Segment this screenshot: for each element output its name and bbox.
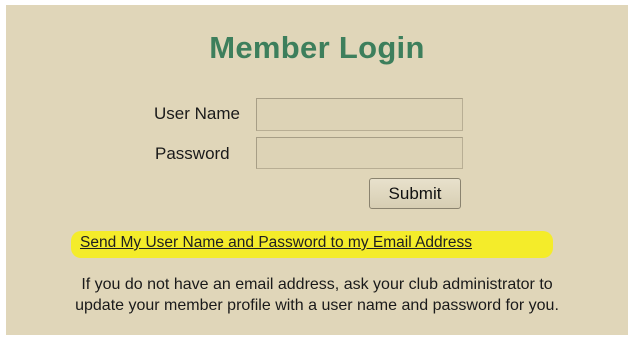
info-line-1: If you do not have an email address, ask… [81, 276, 553, 293]
user-name-label: User Name [154, 104, 240, 123]
info-line-2: update your member profile with a user n… [75, 297, 559, 314]
password-input[interactable] [256, 137, 463, 169]
login-panel: Member Login User Name Password Submit S… [6, 5, 628, 335]
info-text: If you do not have an email address, ask… [6, 274, 628, 316]
user-name-input[interactable] [256, 98, 463, 131]
submit-button[interactable]: Submit [369, 178, 461, 209]
password-label: Password [155, 144, 230, 163]
page-title: Member Login [209, 30, 425, 65]
send-credentials-link[interactable]: Send My User Name and Password to my Ema… [80, 234, 472, 252]
